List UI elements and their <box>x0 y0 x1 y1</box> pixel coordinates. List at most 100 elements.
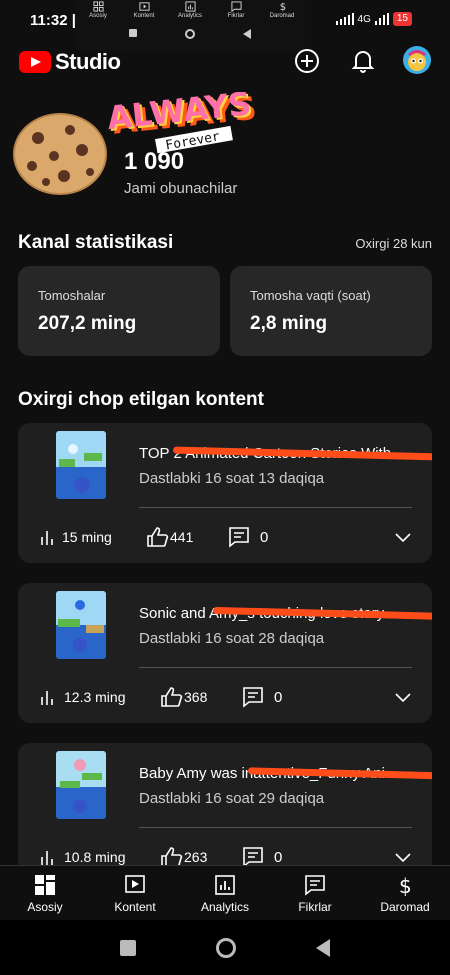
views-metric: 15 ming <box>38 528 146 546</box>
overlay-item-fikrlar[interactable]: Fikrlar <box>216 1 256 19</box>
svg-text:$: $ <box>279 2 285 12</box>
divider <box>139 667 412 668</box>
app-header: Studio <box>0 40 450 84</box>
logo-text: Studio <box>55 49 121 74</box>
video-subtitle: Dastlabki 16 soat 29 daqiqa <box>139 790 325 807</box>
views-bars-icon <box>41 851 53 865</box>
nav-label: Fikrlar <box>298 900 332 914</box>
content-icon <box>125 875 145 893</box>
views-metric: 10.8 ming <box>38 848 160 866</box>
channel-cookie-image <box>13 113 107 195</box>
video-metrics: 15 ming 441 0 <box>38 523 412 551</box>
divider <box>139 827 412 828</box>
views-bars-icon <box>41 531 53 545</box>
overlay-label: Fikrlar <box>227 13 245 19</box>
comment-icon <box>229 527 249 548</box>
overlay-label: Analytics <box>177 13 202 19</box>
stats-title: Kanal statistikasi <box>18 232 174 253</box>
comments-metric: 0 <box>242 686 282 708</box>
subscriber-count: 1 090 <box>124 148 185 175</box>
likes-value: 263 <box>184 849 208 865</box>
likes-metric: 368 <box>160 686 242 708</box>
views-value: 15 ming <box>62 529 112 545</box>
status-indicators: 4G 15 <box>335 12 412 26</box>
comments-value: 0 <box>274 848 283 866</box>
nav-label: Kontent <box>114 900 156 914</box>
video-thumbnail[interactable] <box>56 751 106 819</box>
views-metric: 12.3 ming <box>38 688 160 706</box>
earn-icon: $ <box>399 874 412 896</box>
nav-label: Analytics <box>200 900 250 914</box>
system-navigation-bar <box>0 920 450 975</box>
comment-icon <box>243 687 263 708</box>
comments-metric: 0 <box>228 526 268 548</box>
stat-card-views[interactable]: Tomoshalar 207,2 ming <box>18 266 220 356</box>
nav-label: Daromad <box>380 900 430 914</box>
overlay-item-kontent[interactable]: Kontent <box>124 1 164 19</box>
overlay-label: Daromad <box>269 13 295 19</box>
overlay-item-asosiy[interactable]: Asosiy <box>78 1 118 19</box>
nav-label: Asosiy <box>27 900 63 914</box>
video-thumbnail[interactable] <box>56 431 106 499</box>
chart-icon <box>184 1 196 12</box>
views-value: 10.8 ming <box>64 849 126 865</box>
stat-label: Tomoshalar <box>38 288 106 303</box>
comments-value: 0 <box>260 528 269 546</box>
back-triangle-icon[interactable] <box>316 938 330 957</box>
wifi-signal-icon <box>335 13 354 25</box>
video-subtitle: Dastlabki 16 soat 13 daqiqa <box>139 470 325 487</box>
content-card[interactable]: TOP 2 Animated Cartoon Stories With Dast… <box>18 423 432 563</box>
avatar[interactable] <box>403 46 431 74</box>
content-card[interactable]: Baby Amy was inattentive_Funny Ani Dastl… <box>18 743 432 883</box>
stat-label: Tomosha vaqti (soat) <box>250 288 371 303</box>
likes-value: 441 <box>170 529 194 545</box>
overlay-back-icon[interactable] <box>243 29 251 39</box>
status-time: 11:32 | <box>30 12 76 29</box>
nav-item-asosiy[interactable]: Asosiy <box>0 866 90 920</box>
nav-item-analytics[interactable]: Analytics <box>180 866 270 920</box>
dashboard-icon <box>35 875 55 895</box>
video-subtitle: Dastlabki 16 soat 28 daqiqa <box>139 630 325 647</box>
overlay-square-icon[interactable] <box>129 29 137 37</box>
content-title: Oxirgi chop etilgan kontent <box>18 389 264 410</box>
nav-item-daromad[interactable]: $ Daromad <box>360 866 450 920</box>
chevron-down-icon[interactable] <box>394 851 412 863</box>
cell-signal-icon <box>374 13 389 25</box>
comments-icon <box>305 875 325 896</box>
overlay-item-daromad[interactable]: $ Daromad <box>262 1 302 19</box>
studio-logo[interactable]: Studio <box>19 49 121 75</box>
nav-item-fikrlar[interactable]: Fikrlar <box>270 866 360 920</box>
svg-text:$: $ <box>399 874 412 896</box>
video-thumbnail[interactable] <box>56 591 106 659</box>
create-plus-icon[interactable] <box>294 48 320 74</box>
stat-value: 2,8 ming <box>250 313 328 334</box>
stat-card-watch-time[interactable]: Tomosha vaqti (soat) 2,8 ming <box>230 266 432 356</box>
youtube-play-icon <box>19 51 51 73</box>
battery-icon: 15 <box>392 12 412 26</box>
recents-square-icon[interactable] <box>120 939 136 956</box>
overlay-circle-icon[interactable] <box>185 29 195 39</box>
bell-icon[interactable] <box>351 48 375 74</box>
network-type: 4G <box>357 13 371 25</box>
video-metrics: 12.3 ming 368 0 <box>38 683 412 711</box>
divider <box>139 507 412 508</box>
views-bars-icon <box>41 691 53 705</box>
content-card[interactable]: Sonic and Amy_s touching love story Dast… <box>18 583 432 723</box>
likes-metric: 441 <box>146 526 228 548</box>
stat-value: 207,2 ming <box>38 313 137 334</box>
overlay-label: Asosiy <box>89 13 107 19</box>
video-icon <box>138 2 150 11</box>
comment-icon <box>230 1 242 12</box>
home-circle-icon[interactable] <box>216 937 236 958</box>
grid-icon <box>92 1 104 12</box>
views-value: 12.3 ming <box>64 689 126 705</box>
analytics-icon <box>215 875 235 895</box>
stats-period[interactable]: Oxirgi 28 kun <box>355 236 432 251</box>
overlay-item-analytics[interactable]: Analytics <box>170 1 210 19</box>
chevron-down-icon[interactable] <box>394 531 412 543</box>
subscriber-label: Jami obunachilar <box>124 180 238 197</box>
thumbs-up-icon <box>161 687 183 707</box>
nav-item-kontent[interactable]: Kontent <box>90 866 180 920</box>
chevron-down-icon[interactable] <box>394 691 412 703</box>
comments-value: 0 <box>274 688 283 706</box>
